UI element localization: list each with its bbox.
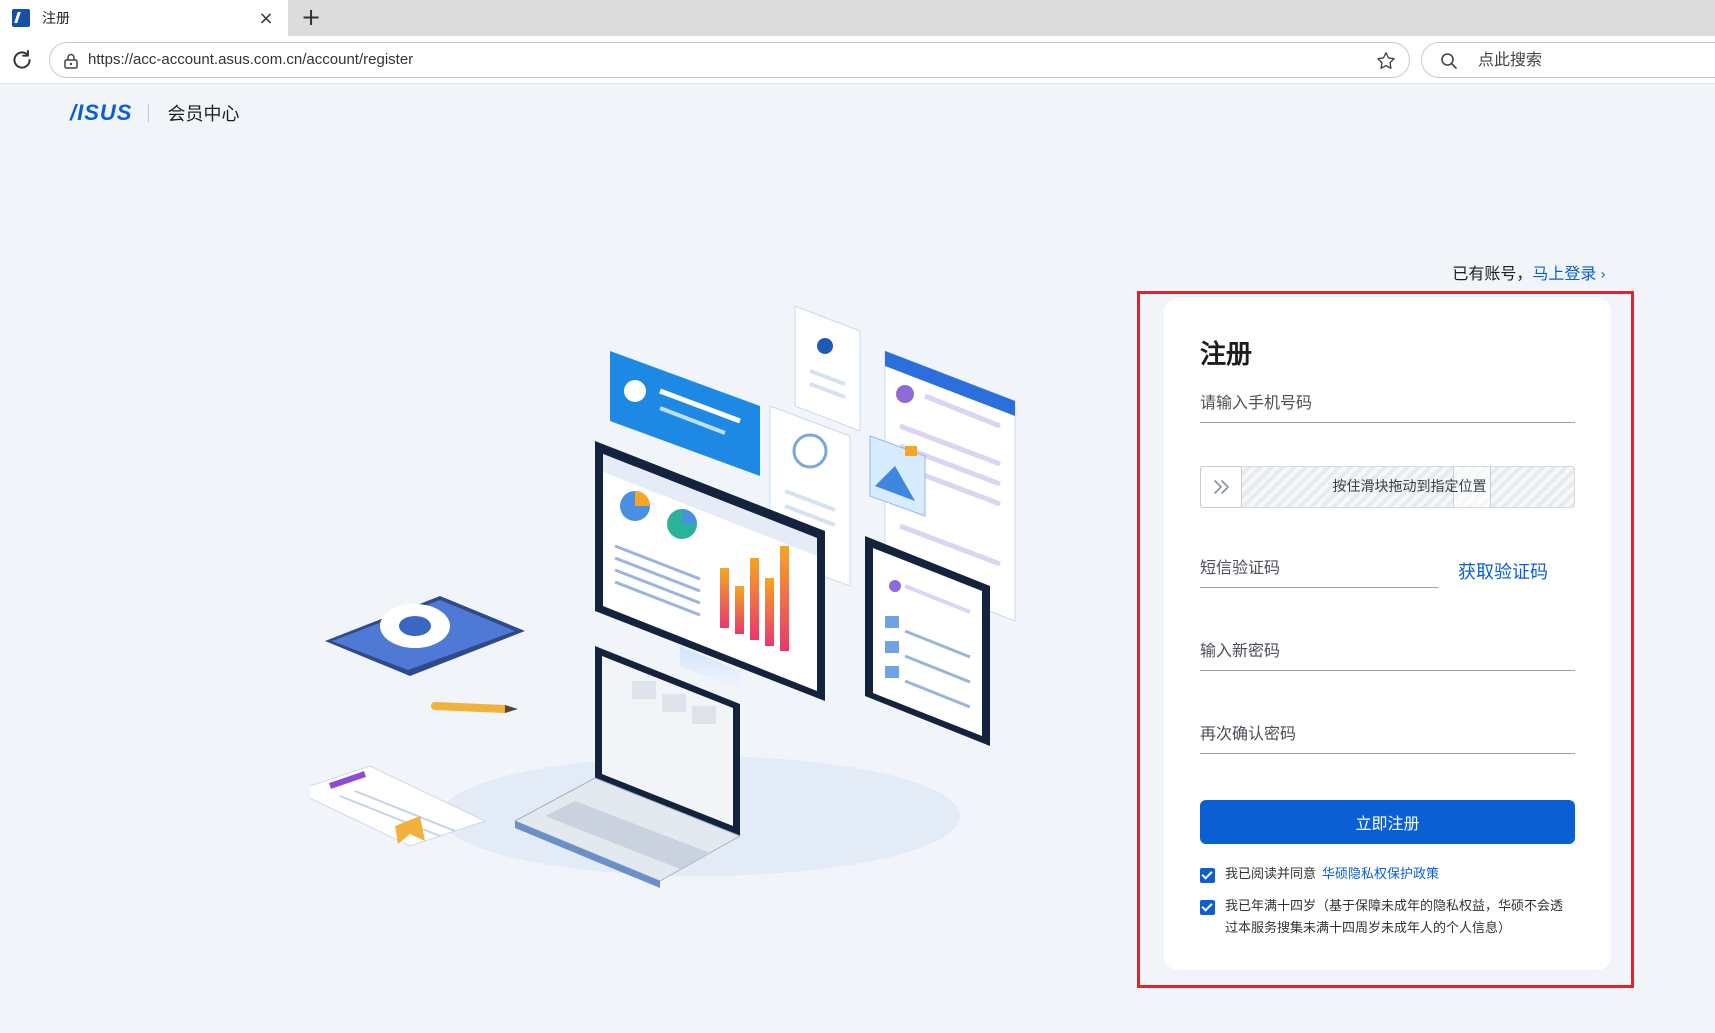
asus-favicon-icon [12,9,30,27]
age-checkbox[interactable] [1200,900,1215,915]
login-prompt-text: 已有账号， [1452,264,1533,283]
age-confirmation-text: 我已年满十四岁（基于保障未成年的隐私权益，华硕不会透过本服务搜集未满十四周岁未成… [1225,899,1564,936]
get-code-button[interactable]: 获取验证码 [1458,558,1548,584]
new-password-field [1200,631,1575,671]
search-placeholder: 点此搜索 [1478,50,1543,69]
bookmark-star-icon[interactable] [1375,50,1397,72]
browser-toolbar: https://acc-account.asus.com.cn/account/… [0,36,1715,84]
slider-handle[interactable] [1200,466,1242,508]
browser-tab[interactable]: 注册 × [0,0,288,36]
phone-donut [325,596,525,676]
slider-hint-text: 按住滑块拖动到指定位置 [1332,479,1487,495]
new-password-input[interactable] [1200,631,1575,669]
browser-tab-bar: 注册 × + [0,0,1715,36]
register-card: 注册 按住滑块拖动到指定位置 获取验证码 立即注册 我已阅读并同意华硕隐私权保护… [1164,298,1611,970]
browser-search-box[interactable]: 点此搜索 [1421,42,1715,78]
sms-code-field [1200,548,1438,588]
search-icon [1441,53,1457,69]
brand-divider [148,104,150,122]
tab-title: 注册 [42,11,70,27]
age-confirmation-row: 我已年满十四岁（基于保障未成年的隐私权益，华硕不会透过本服务搜集未满十四周岁未成… [1200,896,1570,940]
login-link[interactable]: 马上登录 [1532,264,1596,283]
address-bar[interactable]: https://acc-account.asus.com.cn/account/… [49,42,1410,78]
phone-input[interactable] [1200,383,1575,421]
url-text[interactable]: https://acc-account.asus.com.cn/account/… [88,43,413,77]
reload-icon[interactable] [9,47,35,73]
register-title: 注册 [1200,340,1253,370]
tab-close-icon[interactable]: × [256,8,276,29]
profile-card [794,305,861,432]
confirm-password-field [1200,714,1575,754]
pencil [431,702,518,713]
privacy-policy-link[interactable]: 华硕隐私权保护政策 [1322,867,1439,882]
privacy-checkbox[interactable] [1200,868,1215,883]
lock-icon[interactable] [62,52,80,70]
double-chevron-right-icon [1214,480,1229,494]
image-card [869,435,926,517]
asus-logo[interactable]: /ISUS [70,100,132,126]
site-header: /ISUS 会员中心 [70,100,239,126]
register-button[interactable]: 立即注册 [1200,800,1575,844]
login-prompt: 已有账号，马上登录 › [1452,260,1606,284]
privacy-agree-text: 我已阅读并同意 [1225,867,1317,882]
sms-code-input[interactable] [1200,548,1438,586]
new-tab-button[interactable]: + [296,2,326,32]
privacy-agreement-row: 我已阅读并同意 华硕隐私权保护政策 [1200,864,1439,886]
devices-illustration [310,305,1016,888]
phone-field [1200,383,1575,423]
slider-captcha: 按住滑块拖动到指定位置 [1200,466,1575,508]
chevron-right-icon[interactable]: › [1600,267,1606,283]
confirm-password-input[interactable] [1200,714,1575,752]
member-center-title: 会员中心 [167,104,240,125]
